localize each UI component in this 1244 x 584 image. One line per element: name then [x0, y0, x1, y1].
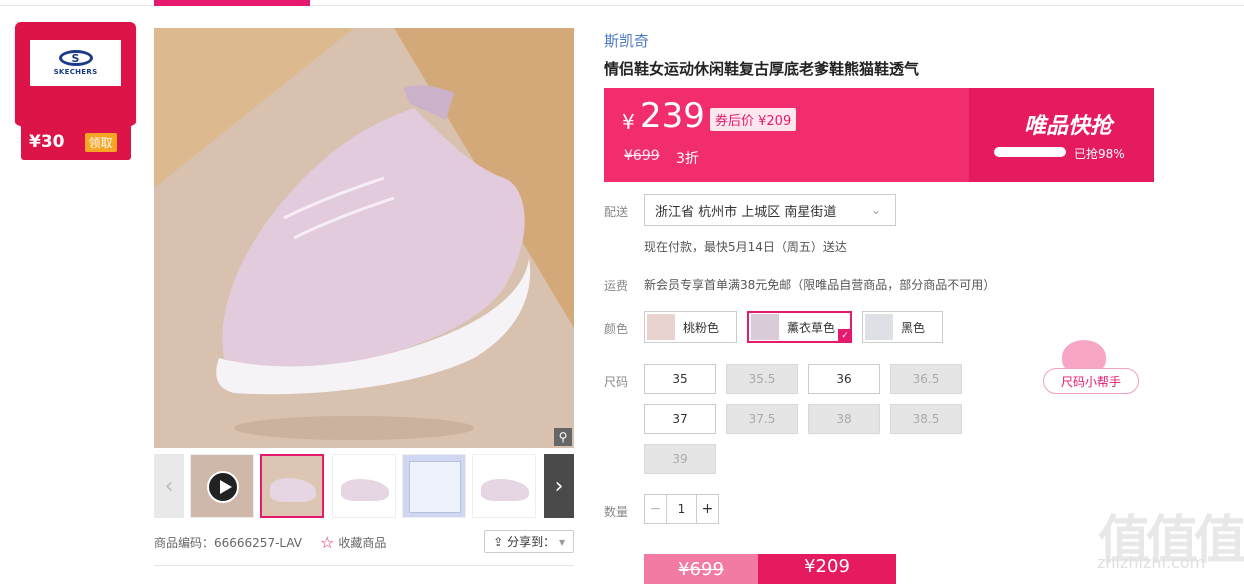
size-option-disabled: 36.5	[890, 364, 962, 394]
color-option[interactable]: 黑色	[862, 311, 943, 343]
thumb-next-button[interactable]: ›	[544, 454, 574, 518]
claim-coupon-button[interactable]: 领取	[84, 132, 117, 152]
color-option[interactable]: 桃粉色	[644, 311, 737, 343]
thumbnail-item[interactable]	[402, 454, 466, 518]
brand-logo[interactable]: S SKECHERS	[30, 40, 121, 86]
shoe-image	[154, 28, 574, 448]
size-option-disabled: 38.5	[890, 404, 962, 434]
size-option[interactable]: 37	[644, 404, 716, 434]
sold-percent: 已抢98%	[1074, 147, 1125, 161]
play-icon	[207, 471, 239, 503]
size-option[interactable]: 35	[644, 364, 716, 394]
size-option-disabled: 38	[808, 404, 880, 434]
share-button[interactable]: ⇪ 分享到： ▾	[484, 530, 574, 553]
thumbnail-item[interactable]	[332, 454, 396, 518]
color-option-label: 桃粉色	[683, 320, 720, 335]
quantity-decrease-button[interactable]: −	[645, 495, 667, 523]
color-label: 颜色	[604, 322, 629, 336]
divider	[154, 565, 574, 566]
top-tab-bar	[0, 0, 1244, 6]
color-option-label: 薰衣草色	[787, 320, 836, 335]
thumbnail-item[interactable]	[260, 454, 324, 518]
thumbnail-strip: ‹ ›	[154, 454, 574, 520]
discount-label: 3折	[676, 151, 699, 167]
flash-sale-title: 唯品快抢	[1024, 114, 1113, 139]
watermark-site: zhizhizhi.com	[1097, 553, 1206, 572]
price-currency: ¥	[622, 110, 635, 134]
favorite-label: 收藏商品	[338, 535, 387, 550]
share-label: 分享到：	[507, 535, 556, 549]
sold-progress-bar	[994, 147, 1066, 157]
share-icon: ⇪	[493, 535, 508, 549]
brand-link[interactable]: 斯凯奇	[604, 30, 649, 51]
product-title: 情侣鞋女运动休闲鞋复古厚底老爹鞋熊猫鞋透气	[604, 60, 920, 78]
coupon-amount: ¥30	[29, 132, 65, 152]
quantity-label: 数量	[604, 505, 629, 519]
sold-progress-fill	[995, 148, 1064, 156]
thumbnail-item[interactable]	[472, 454, 536, 518]
color-option-label: 黑色	[901, 320, 926, 335]
size-label: 尺码	[604, 375, 629, 389]
color-swatch	[865, 314, 893, 340]
color-swatch	[647, 314, 675, 340]
star-icon: ☆	[320, 532, 335, 552]
shipping-label: 运费	[604, 279, 629, 293]
current-price: 239	[640, 96, 705, 136]
skechers-s-icon: S	[58, 50, 93, 66]
thumb-prev-button[interactable]: ‹	[154, 454, 184, 518]
size-option[interactable]: 36	[808, 364, 880, 394]
address-value: 浙江省 杭州市 上城区 南星街道	[655, 204, 837, 220]
original-price: ¥699	[624, 148, 660, 164]
shipping-text: 新会员专享首单满38元免邮（限唯品自营商品，部分商品不可用）	[644, 278, 996, 292]
address-select[interactable]: 浙江省 杭州市 上城区 南星街道 ⌄	[644, 194, 896, 226]
active-tab-indicator	[154, 0, 310, 6]
delivery-label: 配送	[604, 205, 629, 219]
product-meta-row: 商品编码：66666257-LAV ☆ 收藏商品 ⇪ 分享到： ▾	[154, 528, 574, 556]
main-product-image[interactable]: ⚲	[154, 28, 574, 448]
zoom-icon[interactable]: ⚲	[554, 428, 572, 446]
favorite-button[interactable]: ☆ 收藏商品	[320, 533, 386, 552]
quantity-input[interactable]: 1	[667, 495, 696, 523]
size-option-disabled: 39	[644, 444, 716, 474]
color-swatch	[751, 314, 779, 340]
brand-logo-text: SKECHERS	[53, 68, 98, 76]
color-option-selected[interactable]: 薰衣草色 ✓	[747, 311, 852, 343]
size-helper-button[interactable]: 尺码小帮手	[1043, 368, 1139, 394]
product-code: 商品编码：66666257-LAV	[154, 535, 303, 550]
after-coupon-price: 券后价 ¥209	[710, 108, 797, 131]
size-option-disabled: 35.5	[726, 364, 798, 394]
quantity-increase-button[interactable]: +	[696, 495, 718, 523]
chevron-down-icon: ▾	[558, 535, 565, 549]
chevron-down-icon: ⌄	[870, 203, 881, 217]
video-thumbnail[interactable]	[190, 454, 254, 518]
size-option-disabled: 37.5	[726, 404, 798, 434]
quantity-stepper: − 1 +	[644, 494, 719, 524]
price-box: ¥ 239 券后价 ¥209 ¥699 3折 唯品快抢 已抢98%	[604, 88, 1154, 182]
delivery-eta: 现在付款，最快5月14日（周五）送达	[644, 240, 847, 254]
brand-coupon: ¥30 领取	[21, 124, 131, 160]
brand-card[interactable]: S SKECHERS ¥30 领取	[15, 22, 136, 160]
check-icon: ✓	[838, 329, 852, 343]
